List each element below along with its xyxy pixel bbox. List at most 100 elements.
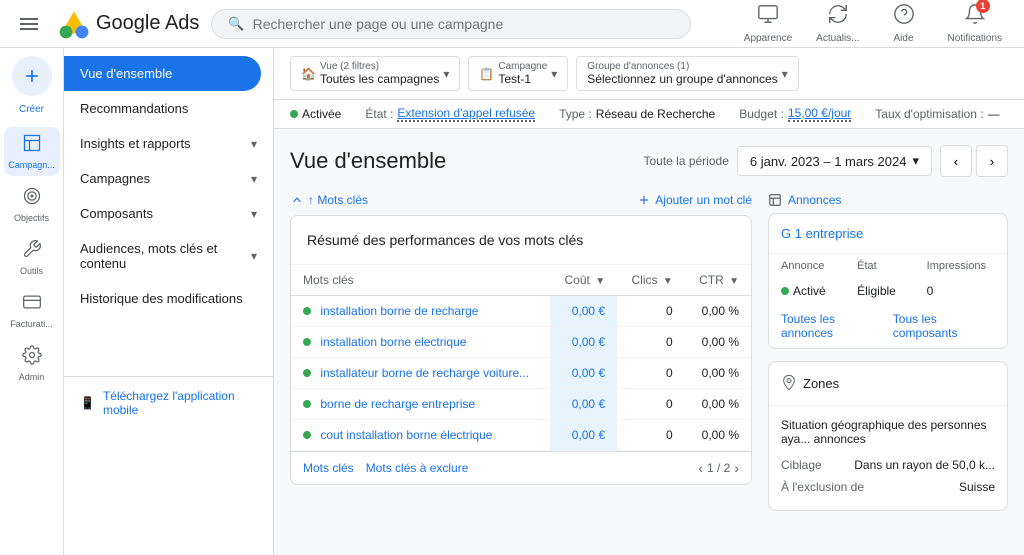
sidebar: Créer Campagn... Objectifs Outils Factur…: [0, 48, 64, 555]
sort-clics-icon[interactable]: ▼: [663, 276, 673, 287]
table-row: cout installation borne électrique 0,00 …: [291, 420, 751, 451]
etat-value[interactable]: Extension d'appel refusée: [397, 106, 535, 122]
nav-item-historique[interactable]: Historique des modifications: [64, 281, 273, 316]
keyword-link[interactable]: cout installation borne électrique: [320, 428, 492, 442]
keyword-dot: [303, 338, 311, 346]
next-date-button[interactable]: ›: [976, 145, 1008, 177]
keyword-link[interactable]: installation borne electrique: [320, 335, 466, 349]
taux-status: Taux d'optimisation : —: [875, 107, 999, 121]
add-keyword-link[interactable]: Ajouter un mot clé: [637, 193, 752, 207]
sidebar-admin-label: Admin: [19, 372, 45, 382]
mots-cles-tab[interactable]: Mots clés: [303, 461, 354, 475]
keyword-dot: [303, 369, 311, 377]
sort-cout-icon[interactable]: ▼: [595, 276, 605, 287]
campagne-filter[interactable]: 📋 Campagne Test-1 ▾: [468, 56, 568, 91]
date-range-picker: Toute la période 6 janv. 2023 – 1 mars 2…: [643, 145, 1008, 177]
ad-col-annonce: Annonce: [769, 254, 845, 278]
activee-label: Activée: [302, 107, 341, 121]
menu-icon[interactable]: [12, 7, 46, 41]
ad-impressions-value: 0: [927, 284, 934, 298]
col-keywords: Mots clés: [291, 265, 550, 296]
refresh-label: Actualis...: [816, 33, 859, 44]
exclusion-label: À l'exclusion de: [781, 480, 864, 494]
zones-content: Situation géographique des personnes aya…: [769, 406, 1007, 510]
table-row: installateur borne de recharge voiture..…: [291, 358, 751, 389]
vue-filter[interactable]: 🏠 Vue (2 filtres) Toutes les campagnes ▾: [290, 56, 460, 91]
zones-description: Situation géographique des personnes aya…: [781, 418, 995, 446]
clics-cell: 0: [617, 420, 685, 451]
keyword-link[interactable]: installateur borne de recharge voiture..…: [320, 366, 529, 380]
mots-cles-link[interactable]: ↑ Mots clés: [290, 193, 368, 207]
annonces-link[interactable]: Annonces: [788, 193, 841, 207]
sidebar-item-admin[interactable]: Admin: [4, 339, 60, 388]
keyword-link[interactable]: borne de recharge entreprise: [320, 397, 475, 411]
pagination: ‹ 1 / 2 ›: [698, 460, 739, 476]
nav-item-composants[interactable]: Composants ▾: [64, 196, 273, 231]
campagne-filter-label: Campagne: [498, 61, 547, 72]
search-input[interactable]: [253, 16, 675, 32]
taux-value: —: [988, 107, 1000, 121]
budget-status: Budget : 15,00 €/jour: [739, 106, 851, 122]
ctr-cell: 0,00 %: [685, 420, 751, 451]
search-icon: 🔍: [228, 16, 244, 32]
refresh-icon: [827, 3, 849, 31]
nav-recommandations-label: Recommandations: [80, 101, 188, 116]
date-period-label: Toute la période: [643, 154, 728, 168]
search-bar[interactable]: 🔍: [211, 9, 691, 39]
tous-composants-link[interactable]: Tous les composants: [893, 312, 995, 340]
col-cout: Coût ▼: [550, 265, 617, 296]
sort-ctr-icon[interactable]: ▼: [729, 276, 739, 287]
nav-item-vue-ensemble[interactable]: Vue d'ensemble: [64, 56, 261, 91]
nav-footer-mobile[interactable]: 📱 Téléchargez l'application mobile: [64, 376, 273, 429]
app-logo: Google Ads: [58, 8, 199, 40]
notifications-button[interactable]: 1 Notifications: [938, 0, 1012, 48]
chevron-down-icon: ▾: [782, 67, 788, 81]
mots-cles-exclure-tab[interactable]: Mots clés à exclure: [366, 461, 469, 475]
next-page-button[interactable]: ›: [734, 460, 739, 476]
nav-insights-label: Insights et rapports: [80, 136, 191, 151]
prev-page-button[interactable]: ‹: [698, 460, 703, 476]
date-range-button[interactable]: 6 janv. 2023 – 1 mars 2024 ▾: [737, 146, 932, 176]
groupe-filter[interactable]: Groupe d'annonces (1) Sélectionnez un gr…: [576, 56, 798, 91]
campagnes-icon: [22, 133, 42, 158]
ctr-cell: 0,00 %: [685, 358, 751, 389]
type-status: Type : Réseau de Recherche: [559, 107, 715, 121]
active-dot: [290, 110, 298, 118]
ctr-cell: 0,00 %: [685, 389, 751, 420]
nav-historique-label: Historique des modifications: [80, 291, 243, 306]
ctr-cell: 0,00 %: [685, 327, 751, 358]
cout-cell: 0,00 €: [550, 389, 617, 420]
clics-cell: 0: [617, 327, 685, 358]
sidebar-item-outils[interactable]: Outils: [4, 233, 60, 282]
zones-ciblage-row: Ciblage Dans un rayon de 50,0 k...: [781, 454, 995, 476]
apparence-button[interactable]: Apparence: [734, 0, 802, 48]
page-header: Vue d'ensemble Toute la période 6 janv. …: [274, 129, 1024, 185]
nav-item-campagnes[interactable]: Campagnes ▾: [64, 161, 273, 196]
ad-status-cell: Activé: [769, 278, 845, 304]
help-button[interactable]: Aide: [874, 0, 934, 48]
sidebar-item-campagnes[interactable]: Campagn...: [4, 127, 60, 176]
sidebar-item-objectifs[interactable]: Objectifs: [4, 180, 60, 229]
campagne-filter-value: Test-1: [498, 72, 547, 86]
toutes-annonces-link[interactable]: Toutes les annonces: [781, 312, 881, 340]
ad-eligible-value: Éligible: [857, 284, 896, 298]
create-button[interactable]: [12, 56, 52, 96]
prev-date-button[interactable]: ‹: [940, 145, 972, 177]
ad-status-value: Activé: [793, 284, 826, 298]
nav-item-insights[interactable]: Insights et rapports ▾: [64, 126, 273, 161]
sidebar-item-facturation[interactable]: Facturati...: [4, 286, 60, 335]
refresh-button[interactable]: Actualis...: [806, 0, 869, 48]
main-content: 🏠 Vue (2 filtres) Toutes les campagnes ▾…: [274, 48, 1024, 555]
logo-svg: [58, 8, 90, 40]
ctr-cell: 0,00 %: [685, 296, 751, 327]
g1-label[interactable]: G 1 entreprise: [781, 226, 863, 241]
ad-card: G 1 entreprise Annonce État Impressions: [768, 213, 1008, 349]
keyword-link[interactable]: installation borne de recharge: [320, 304, 478, 318]
keywords-footer-tabs: Mots clés Mots clés à exclure: [303, 461, 468, 475]
chevron-down-icon: ▾: [551, 67, 557, 81]
nav-item-audiences[interactable]: Audiences, mots clés et contenu ▾: [64, 231, 273, 281]
nav-item-recommandations[interactable]: Recommandations: [64, 91, 273, 126]
sidebar-campagnes-label: Campagn...: [8, 160, 55, 170]
col-ctr: CTR ▼: [685, 265, 751, 296]
budget-value[interactable]: 15,00 €/jour: [788, 106, 851, 122]
